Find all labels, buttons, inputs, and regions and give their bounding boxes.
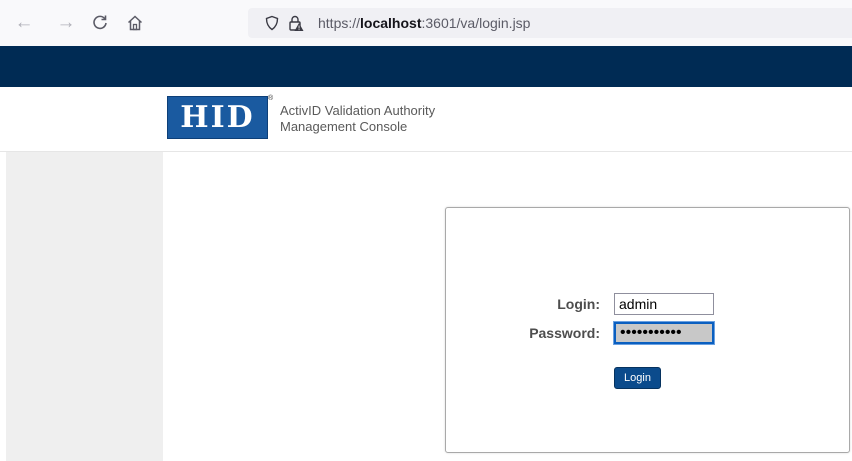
app-title-line1: ActivID Validation Authority [280, 103, 436, 118]
login-button[interactable]: Login [614, 367, 661, 389]
logo-text: HID [180, 100, 255, 135]
back-icon[interactable]: ← [12, 11, 36, 35]
app-title: ActivID Validation Authority Management … [280, 103, 435, 135]
browser-toolbar: ← → https://localhost:3601/va/login.jsp [0, 0, 852, 46]
login-input[interactable]: admin [614, 293, 714, 315]
hid-logo: HID [167, 96, 268, 139]
registered-mark: ® [268, 95, 274, 102]
app-title-line2: Management Console [280, 119, 408, 134]
left-panel [6, 152, 163, 461]
url-path: :3601/va/login.jsp [421, 15, 531, 31]
forward-icon[interactable]: → [54, 11, 78, 35]
url-host: localhost [360, 15, 422, 31]
top-banner [0, 46, 852, 87]
insecure-lock-icon[interactable] [286, 8, 306, 38]
shield-icon[interactable] [262, 8, 282, 38]
login-label: Login: [557, 296, 600, 312]
home-icon[interactable] [123, 11, 147, 35]
reload-icon[interactable] [88, 11, 112, 35]
app-header: HID ® ActivID Validation Authority Manag… [0, 87, 852, 152]
address-bar[interactable]: https://localhost:3601/va/login.jsp [248, 8, 852, 38]
url-scheme: https:// [318, 15, 361, 31]
url-text[interactable]: https://localhost:3601/va/login.jsp [318, 8, 530, 38]
password-input[interactable]: ••••••••••• [613, 321, 715, 345]
login-panel: Login: admin Password: ••••••••••• Login [445, 207, 850, 453]
password-label: Password: [529, 325, 600, 341]
